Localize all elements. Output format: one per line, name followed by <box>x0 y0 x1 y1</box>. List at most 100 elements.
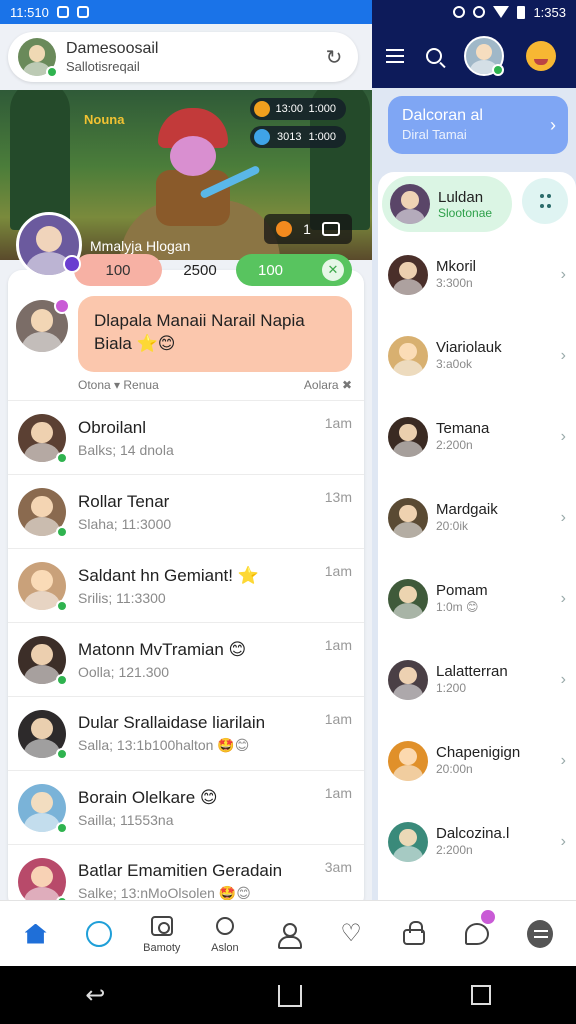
contacts-list-card: Luldan Slootonae Mkoril 3:300n › Viariolauk… <box>378 172 576 943</box>
emoji-face-icon[interactable] <box>526 41 556 71</box>
nav-messages[interactable] <box>449 904 505 964</box>
status-time: 11:510 <box>10 4 49 20</box>
nav-chats[interactable] <box>71 904 127 964</box>
contact-row[interactable]: Mkoril 3:300n › <box>378 234 576 315</box>
heart-icon: ♡ <box>340 919 362 947</box>
chat-row[interactable]: Saldant hn Gemiant! ⭐ Srilis; 11:3300 1am <box>8 548 364 622</box>
stat-middle: 2500 <box>183 261 217 279</box>
chevron-right-icon: › <box>560 346 566 364</box>
contact-row[interactable]: Lalatterran 1:200 › <box>378 639 576 720</box>
group-subtitle: Diral Tamai <box>402 126 467 142</box>
avatar[interactable] <box>388 821 428 862</box>
chat-row[interactable]: Rollar Tenar Slaha; 11:3000 13m <box>8 474 364 548</box>
group-title: Dalcoran al <box>402 107 483 124</box>
search-icon <box>215 917 234 935</box>
notification-icon <box>76 6 89 18</box>
avatar[interactable] <box>388 497 428 538</box>
avatar[interactable] <box>18 857 68 908</box>
avatar[interactable] <box>18 561 68 612</box>
nav-home[interactable] <box>8 904 64 964</box>
avatar[interactable] <box>16 298 70 352</box>
avatar[interactable] <box>388 335 428 376</box>
more-options-button[interactable] <box>522 178 568 224</box>
chat-preview: Srilis; 11:3300 <box>78 589 166 606</box>
avatar[interactable] <box>388 416 428 457</box>
refresh-icon[interactable]: ↻ <box>320 43 348 71</box>
hamburger-menu-icon[interactable] <box>386 49 404 63</box>
nav-menu[interactable] <box>512 904 568 964</box>
chat-name: Matonn MvTramian 😊 <box>78 639 247 659</box>
group-card[interactable]: Dalcoran al Diral Tamai › <box>388 96 568 154</box>
avatar[interactable] <box>388 254 428 295</box>
nav-profile[interactable] <box>260 904 316 964</box>
avatar[interactable] <box>388 578 428 619</box>
avatar[interactable] <box>18 38 58 78</box>
stat-green[interactable]: 100 ✕ <box>236 254 352 286</box>
avatar[interactable] <box>18 783 68 834</box>
chat-bubble-icon <box>85 920 112 947</box>
chat-row[interactable]: Obroilanl Balks; 14 dnola 1am <box>8 400 364 474</box>
right-header <box>372 24 576 88</box>
chevron-right-icon: › <box>560 751 566 769</box>
cancel-icon[interactable]: ✕ <box>322 259 344 281</box>
contact-name: Dalcozina.l <box>436 824 510 842</box>
contact-row[interactable]: Pomam 1:0m 😊 › <box>378 558 576 639</box>
search-icon[interactable] <box>426 48 442 64</box>
alarm-icon <box>453 6 466 18</box>
avatar[interactable] <box>390 184 430 224</box>
chat-time: 1am <box>324 785 352 801</box>
action-count: 1 <box>303 221 311 237</box>
online-indicator <box>56 599 68 612</box>
chat-row[interactable]: Borain Olelkare 😊 Sailla; 11553na 1am <box>8 770 364 844</box>
close-icon[interactable] <box>322 222 341 236</box>
contact-list: Mkoril 3:300n › Viariolauk 3:a0ok › Temana 2:20… <box>378 234 576 963</box>
recents-icon[interactable] <box>470 985 491 1005</box>
featured-footer: Otona ▾ Renua Aolara ✖ <box>78 378 352 392</box>
stat-red[interactable]: 100 <box>74 254 162 286</box>
avatar[interactable] <box>18 487 68 538</box>
contact-name: Viariolauk <box>436 338 502 356</box>
chat-row[interactable]: Dular Srallaidase liarilain Salla; 13:1b1… <box>8 696 364 770</box>
online-indicator <box>492 64 504 76</box>
search-title: Damesoosail <box>66 39 159 57</box>
user-avatar[interactable] <box>464 36 504 76</box>
contact-subtitle: 3:a0ok <box>436 357 473 372</box>
contact-row[interactable]: Temana 2:200n › <box>378 396 576 477</box>
contact-row[interactable]: Mardgaik 20:0ik › <box>378 477 576 558</box>
chevron-right-icon: › <box>550 115 556 135</box>
nav-privacy[interactable] <box>386 904 442 964</box>
avatar[interactable] <box>18 413 68 464</box>
nav-search[interactable]: Aslon <box>197 904 253 964</box>
avatar[interactable] <box>18 709 68 760</box>
avatar[interactable] <box>388 659 428 700</box>
contact-row[interactable]: Chapenigign 20:00n › <box>378 720 576 801</box>
online-indicator <box>46 66 58 78</box>
avatar[interactable] <box>388 740 428 781</box>
contact-row[interactable]: Viariolauk 3:a0ok › <box>378 315 576 396</box>
contact-status: Slootonae <box>438 205 493 220</box>
nav-camera[interactable]: Bamoty <box>134 904 190 964</box>
profile-avatar[interactable] <box>16 212 82 278</box>
person-icon <box>277 922 302 949</box>
featured-message[interactable]: Dlapala Manaii Narail Napia Biala ⭐😊 <box>16 296 356 376</box>
contact-subtitle: 2:200n <box>436 843 473 858</box>
contact-subtitle: 20:00n <box>436 762 473 777</box>
chat-name: Borain Olelkare 😊 <box>78 787 218 807</box>
chat-name: Rollar Tenar <box>78 491 170 511</box>
banner-action-button[interactable]: 1 <box>264 214 352 244</box>
back-icon[interactable]: ↩ <box>85 981 105 1010</box>
coin-icon <box>254 101 270 117</box>
avatar[interactable] <box>18 635 68 686</box>
active-contact[interactable]: Luldan Slootonae <box>382 176 512 232</box>
home-icon <box>24 923 47 944</box>
online-indicator <box>56 525 68 538</box>
home-system-icon[interactable] <box>276 983 303 1007</box>
contact-row[interactable]: Dalcozina.l 2:200n › <box>378 801 576 882</box>
search-card[interactable]: Damesoosail Sallotisreqail ↻ <box>8 32 358 82</box>
nav-favorites[interactable]: ♡ <box>323 904 379 964</box>
chat-time: 1am <box>324 415 352 431</box>
status-bar-right: 1:353 <box>372 0 576 24</box>
contact-name: Luldan <box>438 188 484 206</box>
chat-row[interactable]: Matonn MvTramian 😊 Oolla; 121.300 1am <box>8 622 364 696</box>
contact-subtitle: 20:0ik <box>436 519 469 534</box>
